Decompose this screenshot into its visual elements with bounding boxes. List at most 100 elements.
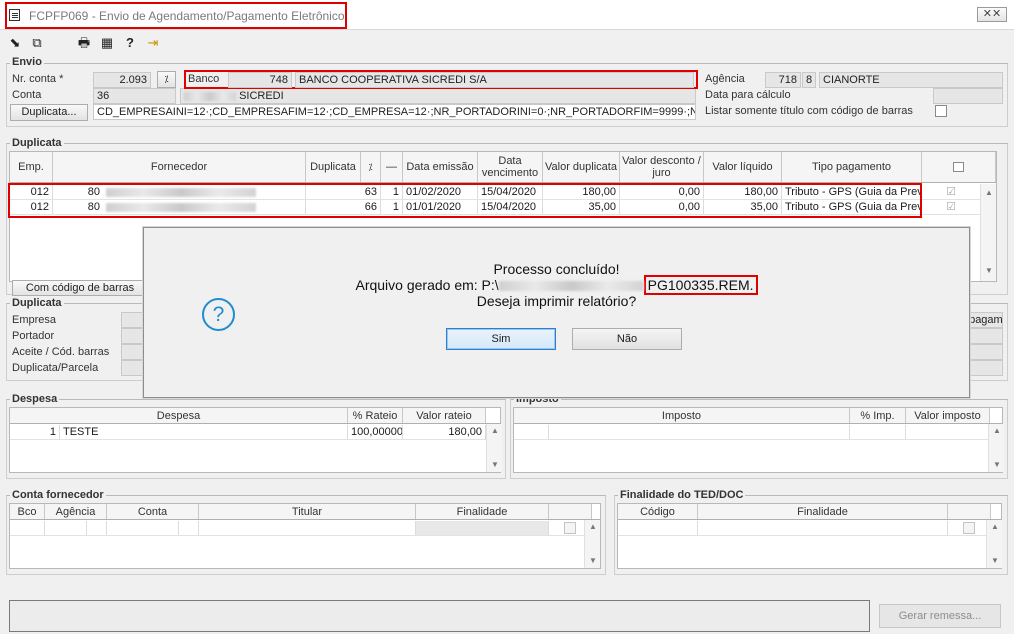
empresa-field[interactable] — [121, 312, 145, 328]
cell-check[interactable] — [948, 521, 986, 535]
cell-finalidade — [416, 521, 549, 535]
duplicata-table-header: Emp. Fornecedor Duplicata ⁒ — Data emiss… — [10, 152, 996, 183]
data-calculo-field[interactable] — [933, 88, 1003, 104]
windows-icon[interactable]: ⧉ — [29, 35, 45, 50]
yes-button[interactable]: Sim — [446, 328, 556, 350]
col-finalidade[interactable]: Finalidade — [698, 504, 948, 519]
col-bco[interactable]: Bco — [10, 504, 45, 519]
cell-despesa: TESTE — [60, 425, 348, 439]
exit-door-icon[interactable]: ⇥ — [145, 35, 161, 50]
col-perc-imp[interactable]: % Imp. — [850, 408, 906, 423]
scroll-up-icon[interactable]: ▲ — [993, 426, 1001, 435]
duplicata-button[interactable]: Duplicata... — [10, 104, 88, 121]
tab-codigo-barras[interactable]: Com código de barras — [12, 280, 148, 296]
row-checkbox[interactable]: ☑ — [922, 185, 980, 199]
cell-titular — [199, 521, 416, 535]
listar-checkbox[interactable] — [935, 105, 947, 117]
scroll-down-icon[interactable]: ▼ — [491, 460, 499, 469]
gerar-remessa-button[interactable]: Gerar remessa... — [879, 604, 1001, 628]
nr-conta-label: Nr. conta * — [12, 73, 64, 85]
portador-field[interactable] — [121, 328, 145, 344]
imposto-scrollbar[interactable]: ▲ ▼ — [988, 424, 1004, 472]
col-valor-desconto[interactable]: Valor desconto / juro — [620, 152, 704, 182]
banco-code-field[interactable]: 748 — [228, 72, 292, 88]
cell-check[interactable] — [549, 521, 584, 535]
col-duplicata[interactable]: Duplicata — [306, 152, 361, 182]
dialog-line2: Arquivo gerado em: P:\ PG100335.REM. — [144, 275, 969, 295]
scroll-up-icon[interactable]: ▲ — [589, 522, 597, 531]
duplicata-scrollbar[interactable]: ▲ ▼ — [980, 184, 996, 281]
col-data-emissao[interactable]: Data emissão — [403, 152, 478, 182]
conta-field[interactable]: 36 — [93, 88, 176, 104]
col-valor-imposto[interactable]: Valor imposto — [906, 408, 990, 423]
despesa-table-header: Despesa % Rateio Valor rateio — [10, 408, 500, 424]
row-checkbox[interactable] — [963, 522, 975, 534]
scroll-down-icon[interactable]: ▼ — [993, 460, 1001, 469]
table-row[interactable] — [10, 521, 584, 536]
col-check — [948, 504, 991, 519]
col-conta[interactable]: Conta — [107, 504, 199, 519]
cell-agencia-dv — [87, 521, 107, 535]
nr-conta-field[interactable]: 2.093 — [93, 72, 151, 88]
cell-conta-dv — [179, 521, 199, 535]
finalidade-ted-label: Finalidade do TED/DOC — [618, 489, 746, 501]
despesa-scrollbar[interactable]: ▲ ▼ — [486, 424, 502, 472]
finalidade-ted-scrollbar[interactable]: ▲ ▼ — [986, 520, 1002, 568]
col-valor-duplicata[interactable]: Valor duplicata — [543, 152, 620, 182]
scroll-up-icon[interactable]: ▲ — [985, 188, 993, 197]
scroll-down-icon[interactable]: ▼ — [991, 556, 999, 565]
finalidade-ted-table: Código Finalidade ▲ ▼ — [617, 503, 1002, 569]
col-titular[interactable]: Titular — [199, 504, 416, 519]
col-despesa[interactable]: Despesa — [10, 408, 348, 423]
cell-imposto — [549, 425, 850, 439]
duplicata-detail-label: Duplicata — [10, 297, 64, 309]
col-codigo[interactable]: Código — [618, 504, 698, 519]
portador-label: Portador — [12, 330, 55, 342]
conta-fornecedor-scrollbar[interactable]: ▲ ▼ — [584, 520, 600, 568]
select-all-checkbox[interactable] — [953, 162, 964, 172]
duplicata-parcela-label: Duplicata/Parcela — [12, 362, 99, 374]
col-sort-icon[interactable]: ⁒ — [361, 152, 381, 182]
duplicata-parcela-field[interactable] — [121, 360, 145, 376]
col-data-vencimento[interactable]: Data vencimento — [478, 152, 543, 182]
table-row[interactable] — [514, 425, 990, 440]
row-checkbox[interactable]: ☑ — [922, 200, 980, 214]
scroll-up-icon[interactable]: ▲ — [991, 522, 999, 531]
help-icon[interactable]: ? — [122, 35, 138, 50]
col-agencia[interactable]: Agência — [45, 504, 107, 519]
aceite-field[interactable] — [121, 344, 145, 360]
cell-rateio: 100,00000 — [348, 425, 403, 439]
arrow-down-right-icon[interactable]: ⬊ — [7, 35, 23, 50]
cell-code — [514, 425, 549, 439]
col-valor-liquido[interactable]: Valor líquido — [704, 152, 782, 182]
lookup-button[interactable]: ⁒ — [157, 71, 176, 88]
conta-name: SICREDI — [239, 90, 284, 102]
table-row[interactable]: 1 TESTE 100,00000 180,00 — [10, 425, 486, 440]
redacted-text — [498, 281, 644, 292]
col-parcela[interactable]: — — [381, 152, 403, 182]
filter-field[interactable]: CD_EMPRESAINI=12·;CD_EMPRESAFIM=12·;CD_E… — [93, 104, 696, 120]
scroll-down-icon[interactable]: ▼ — [985, 266, 993, 275]
row-checkbox[interactable] — [564, 522, 576, 534]
printer-icon[interactable]: 🖶 — [76, 35, 92, 50]
calendar-icon[interactable]: ▦ — [99, 35, 115, 50]
scroll-down-icon[interactable]: ▼ — [589, 556, 597, 565]
no-button[interactable]: Não — [572, 328, 682, 350]
aceite-label: Aceite / Cód. barras — [12, 346, 110, 358]
col-fornecedor[interactable]: Fornecedor — [53, 152, 306, 182]
despesa-label: Despesa — [10, 393, 60, 405]
col-rateio[interactable]: % Rateio — [348, 408, 403, 423]
col-valor-rateio[interactable]: Valor rateio — [403, 408, 486, 423]
rows-highlight — [8, 183, 922, 218]
window-title: FCPFP069 - Envio de Agendamento/Pagament… — [5, 2, 347, 29]
agencia-code-field: 718 — [765, 72, 801, 88]
table-row[interactable] — [618, 521, 986, 536]
despesa-table: Despesa % Rateio Valor rateio 1 TESTE 10… — [9, 407, 502, 473]
col-tipo-pagamento[interactable]: Tipo pagamento — [782, 152, 922, 182]
col-emp[interactable]: Emp. — [10, 152, 53, 182]
close-window-button[interactable]: ✕✕ — [977, 7, 1007, 22]
scroll-up-icon[interactable]: ▲ — [491, 426, 499, 435]
col-finalidade[interactable]: Finalidade — [416, 504, 549, 519]
col-select-all[interactable] — [922, 152, 996, 182]
col-imposto[interactable]: Imposto — [514, 408, 850, 423]
